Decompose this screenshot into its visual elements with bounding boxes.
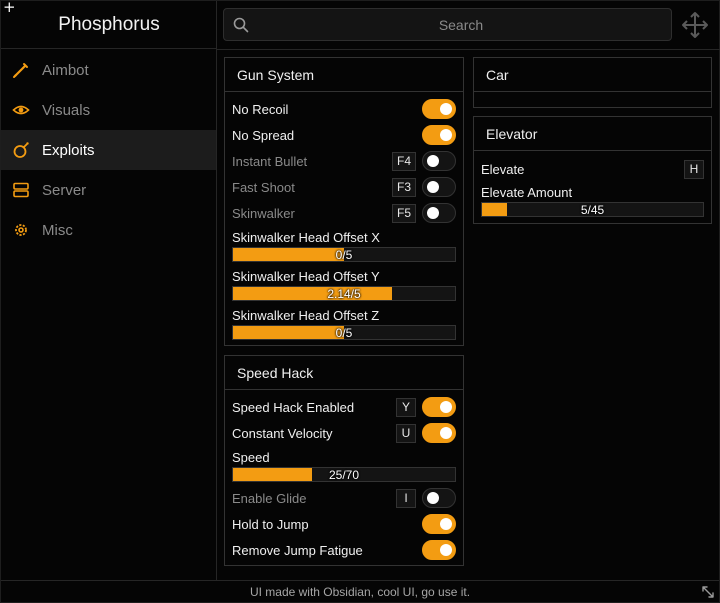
groupbox-title: Car [474, 58, 711, 92]
instant-bullet-label: Instant Bullet [232, 153, 308, 169]
fast-shoot-toggle[interactable] [422, 177, 456, 197]
groupbox-title: Gun System [225, 58, 463, 92]
head-offset-z-label: Skinwalker Head Offset Z [232, 308, 380, 323]
speed-hack-enabled-row: Speed Hack Enabled Y [232, 396, 456, 418]
constant-velocity-row: Constant Velocity U [232, 422, 456, 444]
skinwalker-toggle[interactable] [422, 203, 456, 223]
toggle-knob [440, 544, 452, 556]
enable-glide-keybind[interactable]: I [396, 488, 416, 508]
skinwalker-keybind[interactable]: F5 [391, 203, 416, 223]
remove-jump-fatigue-row: Remove Jump Fatigue [232, 539, 456, 561]
crosshair-pen-icon [12, 61, 30, 79]
groupbox-title: Elevator [474, 117, 711, 151]
eye-icon [12, 101, 30, 119]
elevate-keybind[interactable]: H [684, 159, 704, 179]
groupbox-elevator: Elevator Elevate H Elevate Amount 5/45 [473, 116, 712, 224]
hold-to-jump-label: Hold to Jump [232, 516, 309, 532]
sidebar-item-label: Server [42, 181, 87, 199]
slider-value: 2.14/5 [327, 286, 361, 301]
hold-to-jump-row: Hold to Jump [232, 513, 456, 535]
resize-icon[interactable] [701, 585, 715, 599]
gear-icon [12, 221, 30, 239]
speed-slider[interactable]: 25/70 [232, 467, 456, 482]
groupbox-gun-system: Gun System No Recoil No Spread Instant B… [224, 57, 464, 346]
search-bar [223, 8, 672, 41]
skinwalker-label: Skinwalker [232, 205, 295, 221]
sidebar-item-aimbot[interactable]: Aimbot [1, 50, 216, 90]
header-divider [217, 49, 720, 50]
groupbox-speed-hack: Speed Hack Speed Hack Enabled Y Constant… [224, 355, 464, 566]
no-recoil-label: No Recoil [232, 101, 289, 117]
slider-value: 0/5 [335, 247, 353, 262]
head-offset-y-slider[interactable]: 2.14/5 [232, 286, 456, 301]
elevate-row: Elevate H [481, 158, 704, 180]
sidebar-item-label: Exploits [42, 141, 95, 159]
remove-jump-fatigue-toggle[interactable] [422, 540, 456, 560]
no-recoil-toggle[interactable] [422, 99, 456, 119]
sidebar-item-misc[interactable]: Misc [1, 210, 216, 250]
toggle-knob [440, 518, 452, 530]
enable-glide-row: Enable Glide I [232, 487, 456, 509]
search-input[interactable] [256, 9, 666, 40]
sidebar-nav: Aimbot Visuals Exploits Server Misc [1, 50, 216, 250]
speed-hack-toggle[interactable] [422, 397, 456, 417]
head-offset-x-label: Skinwalker Head Offset X [232, 230, 380, 245]
toggle-knob [440, 427, 452, 439]
elevate-amount-label: Elevate Amount [481, 185, 573, 200]
move-icon[interactable] [681, 11, 709, 39]
instant-bullet-keybind[interactable]: F4 [391, 151, 416, 171]
speed-hack-keybind[interactable]: Y [396, 397, 416, 417]
remove-jump-fatigue-label: Remove Jump Fatigue [232, 542, 363, 558]
footer-text: UI made with Obsidian, cool UI, go use i… [249, 585, 471, 599]
skinwalker-row: Skinwalker F5 [232, 202, 456, 224]
speed-hack-enabled-label: Speed Hack Enabled [232, 399, 355, 415]
groupbox-title: Speed Hack [225, 356, 463, 390]
toggle-knob [427, 181, 439, 193]
sidebar-item-label: Misc [42, 221, 73, 239]
sidebar-item-exploits[interactable]: Exploits [1, 130, 216, 170]
head-offset-x-slider[interactable]: 0/5 [232, 247, 456, 262]
slider-value: 5/45 [580, 202, 605, 217]
instant-bullet-toggle[interactable] [422, 151, 456, 171]
sidebar-item-label: Visuals [42, 101, 91, 119]
constant-velocity-keybind[interactable]: U [396, 423, 416, 443]
sidebar-item-visuals[interactable]: Visuals [1, 90, 216, 130]
speed-label: Speed [232, 450, 270, 465]
bomb-icon [12, 141, 30, 159]
app-title: Phosphorus [1, 1, 217, 49]
slider-value: 25/70 [328, 467, 360, 482]
fast-shoot-keybind[interactable]: F3 [391, 177, 416, 197]
enable-glide-label: Enable Glide [232, 490, 307, 506]
no-spread-row: No Spread [232, 124, 456, 146]
fast-shoot-label: Fast Shoot [232, 179, 295, 195]
head-offset-y-label: Skinwalker Head Offset Y [232, 269, 380, 284]
elevate-label: Elevate [481, 161, 525, 177]
server-icon [12, 181, 30, 199]
toggle-knob [440, 401, 452, 413]
sidebar-item-server[interactable]: Server [1, 170, 216, 210]
sidebar: Phosphorus Aimbot Visuals Exploits Serve… [1, 1, 217, 580]
constant-velocity-label: Constant Velocity [232, 425, 333, 441]
fast-shoot-row: Fast Shoot F3 [232, 176, 456, 198]
hold-to-jump-toggle[interactable] [422, 514, 456, 534]
enable-glide-toggle[interactable] [422, 488, 456, 508]
toggle-knob [427, 492, 439, 504]
app-window: + Phosphorus Aimbot Visuals Exploits Ser… [0, 0, 720, 603]
constant-velocity-toggle[interactable] [422, 423, 456, 443]
footer: UI made with Obsidian, cool UI, go use i… [1, 580, 719, 603]
toggle-knob [427, 207, 439, 219]
toggle-knob [427, 155, 439, 167]
toggle-knob [440, 103, 452, 115]
sidebar-item-label: Aimbot [42, 61, 89, 79]
no-spread-toggle[interactable] [422, 125, 456, 145]
search-icon [233, 17, 249, 33]
elevate-amount-slider[interactable]: 5/45 [481, 202, 704, 217]
no-recoil-row: No Recoil [232, 98, 456, 120]
instant-bullet-row: Instant Bullet F4 [232, 150, 456, 172]
no-spread-label: No Spread [232, 127, 295, 143]
slider-value: 0/5 [335, 325, 353, 340]
groupbox-car: Car [473, 57, 712, 108]
toggle-knob [440, 129, 452, 141]
head-offset-z-slider[interactable]: 0/5 [232, 325, 456, 340]
